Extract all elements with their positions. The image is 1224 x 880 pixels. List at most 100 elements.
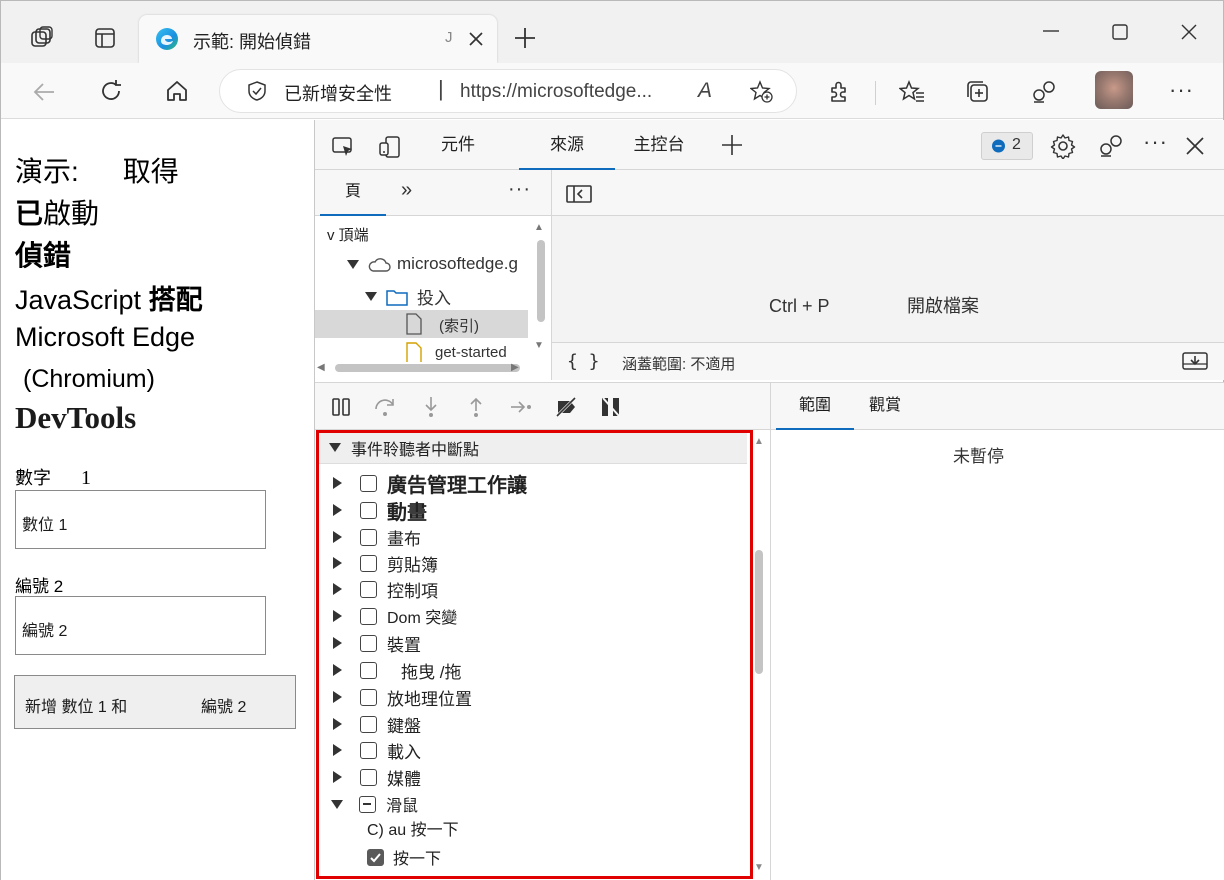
checkbox[interactable] [360, 661, 377, 679]
pause-icon[interactable] [329, 395, 353, 419]
maximize-icon[interactable] [1111, 23, 1129, 41]
breakpoint-category[interactable]: 媒體 [329, 764, 421, 790]
step-into-icon[interactable] [419, 395, 443, 419]
url-text[interactable]: https://microsoftedge... [460, 81, 652, 103]
tab-sources[interactable]: 來源 [519, 120, 615, 170]
checkbox[interactable] [360, 688, 377, 706]
breakpoint-event[interactable]: 按一下 [367, 844, 441, 870]
expand-triangle-icon [333, 531, 342, 543]
close-tab-icon[interactable] [467, 30, 485, 48]
checkbox[interactable] [360, 501, 377, 519]
breakpoint-category[interactable]: 剪貼簿 [329, 550, 438, 576]
tree-file-selected[interactable]: (索引) [315, 310, 528, 338]
breakpoints-scrollbar[interactable] [755, 550, 763, 674]
settings-gear-icon[interactable] [1050, 133, 1076, 159]
breakpoint-category[interactable]: 廣告管理工作讓 [329, 470, 527, 497]
breakpoint-category[interactable]: 畫布 [329, 524, 421, 550]
breakpoint-category[interactable]: 動畫 [329, 497, 427, 524]
settings-more-icon[interactable]: ··· [1169, 77, 1194, 103]
scroll-up-arrow-icon[interactable]: ▲ [534, 222, 544, 233]
more-tools-plus-icon[interactable] [720, 133, 744, 157]
number2-label: 編號 2 [15, 577, 64, 596]
home-icon[interactable] [164, 78, 190, 104]
checkbox[interactable] [360, 607, 377, 625]
scroll-right-arrow-icon[interactable]: ▶ [511, 362, 519, 373]
scroll-down-arrow-icon[interactable]: ▼ [754, 862, 764, 873]
checkbox[interactable] [360, 580, 377, 598]
profile-avatar[interactable] [1095, 71, 1133, 109]
breakpoint-category-expanded[interactable]: 滑鼠 [329, 791, 418, 817]
back-icon[interactable] [31, 79, 57, 105]
breakpoint-category[interactable]: 裝置 [329, 630, 421, 656]
workspaces-icon[interactable] [29, 25, 55, 51]
issues-badge[interactable]: 2 [981, 132, 1033, 160]
browser-tab[interactable]: 示範: 開始偵錯 J [139, 15, 497, 63]
tree-file-js[interactable]: get-started [405, 342, 525, 362]
tree-origin[interactable]: microsoftedge.g [345, 254, 518, 274]
breakpoint-category[interactable]: Dom 突變 [329, 603, 457, 629]
pause-on-exceptions-icon[interactable] [599, 395, 623, 419]
number1-input[interactable]: 數位 1 [15, 490, 266, 549]
navigator-tab-page[interactable]: 頁 [320, 170, 386, 216]
breakpoint-event[interactable]: C) au 按一下 [367, 818, 459, 844]
tree-top[interactable]: v 頂端 [327, 224, 369, 245]
scroll-up-arrow-icon[interactable]: ▲ [754, 436, 764, 447]
navigator-scrollbar[interactable] [537, 240, 545, 322]
performance-icon[interactable] [1031, 79, 1057, 105]
checkbox[interactable] [360, 474, 377, 492]
step-out-icon[interactable] [464, 395, 488, 419]
address-bar[interactable]: 已新增安全性 | https://microsoftedge... A [219, 69, 797, 113]
step-icon[interactable] [508, 395, 534, 419]
deactivate-breakpoints-icon[interactable] [554, 395, 578, 419]
checkbox-checked[interactable] [367, 848, 384, 866]
close-window-icon[interactable] [1180, 23, 1198, 41]
checkbox[interactable] [360, 768, 377, 786]
breakpoint-category[interactable]: 載入 [329, 737, 421, 763]
breakpoint-category[interactable]: 鍵盤 [329, 711, 421, 737]
collections-icon[interactable] [965, 79, 991, 105]
tab-scope[interactable]: 範圍 [776, 383, 854, 430]
pretty-print-button[interactable]: { } [567, 351, 600, 372]
tree-folder[interactable]: 投入 [363, 284, 451, 309]
number2-input[interactable]: 編號 2 [15, 596, 266, 655]
tab-watch[interactable]: 觀賞 [863, 383, 907, 430]
navigator-h-scrollbar[interactable] [335, 364, 520, 372]
checkbox[interactable] [360, 528, 377, 546]
download-icon[interactable] [1182, 351, 1208, 371]
add-numbers-button[interactable]: 新增 數位 1 和 編號 2 [14, 675, 296, 729]
scroll-down-arrow-icon[interactable]: ▼ [534, 340, 544, 351]
tab-elements[interactable]: 元件 [423, 120, 493, 170]
favorites-icon[interactable] [899, 79, 925, 105]
checkbox[interactable] [360, 634, 377, 652]
extensions-icon[interactable] [827, 79, 853, 105]
read-aloud-icon[interactable]: A [698, 79, 712, 103]
open-file-label: 開啟檔案 [907, 296, 979, 316]
minimize-icon[interactable] [1041, 21, 1061, 41]
more-tabs-chevron-icon[interactable]: » [401, 179, 412, 202]
coverage-label: 涵蓋範圍: 不適用 [622, 356, 736, 373]
add-favorite-icon[interactable] [750, 80, 774, 104]
breakpoint-category[interactable]: 控制項 [329, 576, 438, 602]
security-label[interactable]: 已新增安全性 [284, 80, 392, 106]
checkbox-indeterminate[interactable] [359, 795, 376, 813]
scroll-left-arrow-icon[interactable]: ◀ [317, 362, 325, 373]
breakpoint-category[interactable]: 放地理位置 [329, 684, 472, 710]
checkbox[interactable] [360, 741, 377, 759]
tab-console[interactable]: 主控台 [617, 120, 701, 170]
customize-icon[interactable] [1098, 133, 1124, 159]
tab-actions-icon[interactable] [93, 26, 117, 50]
checkbox[interactable] [360, 554, 377, 572]
new-tab-icon[interactable] [513, 26, 537, 50]
breakpoints-section-header[interactable]: 事件聆聽者中斷點 [319, 432, 747, 464]
refresh-icon[interactable] [98, 78, 124, 104]
checkbox[interactable] [360, 715, 377, 733]
step-over-icon[interactable] [373, 395, 397, 419]
navigator-more-icon[interactable]: ··· [508, 178, 531, 201]
inspect-element-icon[interactable] [331, 135, 355, 159]
device-emulation-icon[interactable] [378, 135, 402, 159]
toggle-navigator-icon[interactable] [566, 184, 592, 204]
breakpoint-category[interactable]: 拖曳 /拖 [329, 657, 461, 683]
close-devtools-icon[interactable] [1184, 135, 1206, 157]
shield-icon[interactable] [246, 80, 268, 102]
devtools-more-icon[interactable]: ··· [1143, 129, 1168, 155]
